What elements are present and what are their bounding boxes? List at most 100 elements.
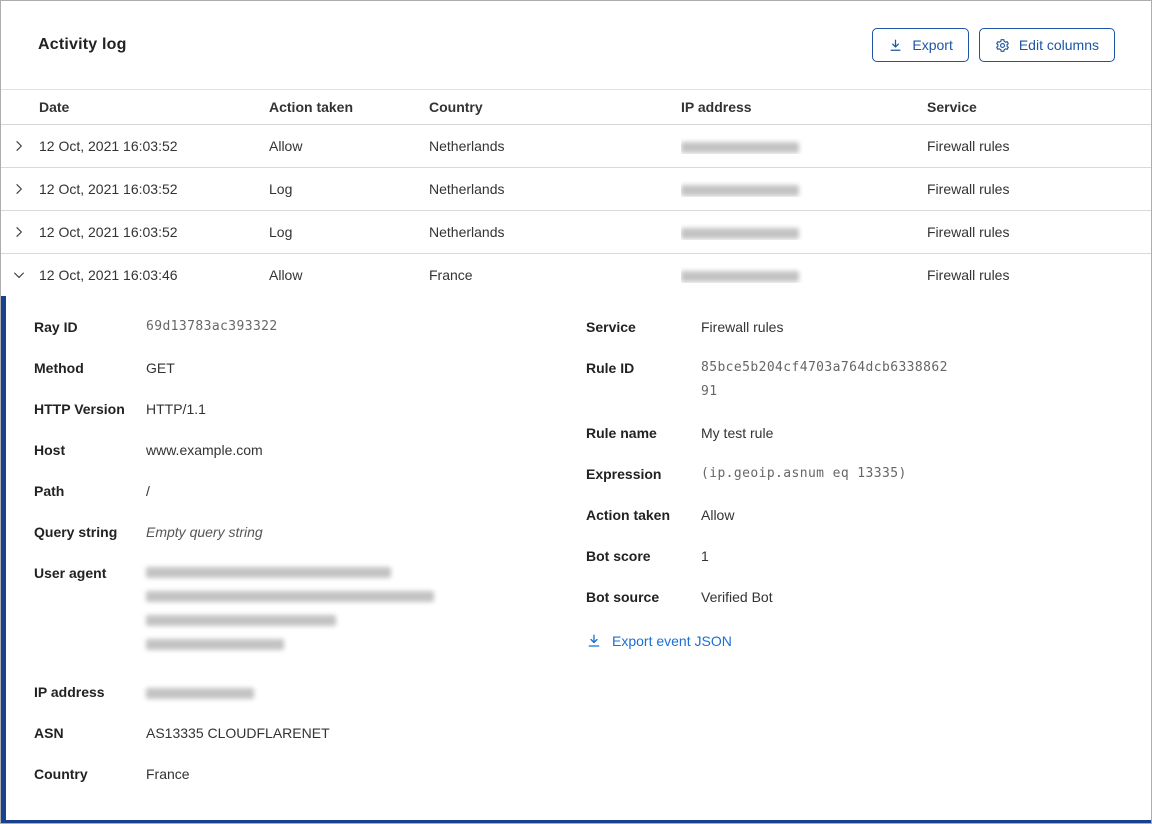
cell-country: Netherlands: [429, 181, 505, 197]
detail-value: HTTP/1.1: [146, 401, 206, 417]
chevron-right-icon[interactable]: [11, 138, 27, 154]
detail-row: Rule name My test rule: [586, 421, 1151, 445]
detail-row: ASN AS13335 CLOUDFLARENET: [34, 721, 549, 745]
export-button-label: Export: [912, 37, 953, 53]
page-title: Activity log: [38, 36, 127, 53]
cell-date: 12 Oct, 2021 16:03:52: [39, 181, 178, 197]
detail-row: Action taken Allow: [586, 503, 1151, 527]
detail-row: IP address: [34, 680, 549, 704]
cell-service: Firewall rules: [927, 138, 1010, 154]
detail-value: France: [146, 766, 190, 782]
detail-label: Bot source: [586, 589, 660, 605]
cell-action-taken: Allow: [269, 138, 303, 154]
detail-label: ASN: [34, 725, 64, 741]
redacted-line: [146, 567, 391, 578]
row-expander[interactable]: [1, 138, 39, 154]
cell-country: France: [429, 267, 473, 283]
cell-service: Firewall rules: [927, 181, 1010, 197]
redacted-ip: [681, 227, 799, 239]
cell-ip-address: [681, 267, 927, 283]
detail-row: Host www.example.com: [34, 438, 549, 462]
detail-row: Bot source Verified Bot: [586, 585, 1151, 609]
export-button[interactable]: Export: [872, 28, 969, 62]
detail-label: Rule ID: [586, 360, 635, 376]
detail-label: Query string: [34, 524, 118, 540]
cell-date: 12 Oct, 2021 16:03:52: [39, 224, 178, 240]
detail-label: IP address: [34, 684, 105, 700]
detail-row: Path /: [34, 479, 549, 503]
column-header-ip-address: IP address: [681, 99, 752, 115]
row-expander[interactable]: [1, 181, 39, 197]
detail-label: HTTP Version: [34, 401, 125, 417]
cell-date: 12 Oct, 2021 16:03:52: [39, 138, 178, 154]
detail-label: Country: [34, 766, 88, 782]
table-row[interactable]: 12 Oct, 2021 16:03:52 Log Netherlands Firew…: [1, 168, 1151, 211]
chevron-right-icon[interactable]: [11, 181, 27, 197]
detail-value: (ip.geoip.asnum eq 13335): [701, 466, 907, 481]
redacted-ip: [681, 141, 799, 153]
detail-label: Expression: [586, 466, 662, 482]
detail-value: My test rule: [701, 425, 774, 441]
detail-row: Country France: [34, 762, 549, 786]
cell-country: Netherlands: [429, 224, 505, 240]
edit-columns-button-label: Edit columns: [1018, 37, 1099, 53]
detail-label: User agent: [34, 565, 107, 581]
redacted-ip: [146, 680, 254, 704]
table-row[interactable]: 12 Oct, 2021 16:03:46 Allow France Firewall…: [1, 254, 1151, 296]
export-event-json-link[interactable]: Export event JSON: [586, 633, 732, 649]
chevron-right-icon[interactable]: [11, 224, 27, 240]
table-row[interactable]: 12 Oct, 2021 16:03:52 Allow Netherlands Fir…: [1, 125, 1151, 168]
firewall-details-list: Service Firewall rules Rule ID 85bce5b204cf…: [586, 315, 1151, 609]
edit-columns-button[interactable]: Edit columns: [978, 28, 1115, 62]
cell-ip-address: [681, 224, 927, 240]
detail-label: Method: [34, 360, 84, 376]
column-header-action-taken: Action taken: [269, 99, 354, 115]
detail-label: Host: [34, 442, 66, 458]
detail-value: 85bce5b204cf4703a764dcb633886291: [701, 360, 948, 399]
redacted-ip: [681, 184, 799, 196]
column-header-date: Date: [39, 99, 70, 115]
cell-date: 12 Oct, 2021 16:03:46: [39, 267, 178, 283]
redacted-user-agent: [146, 561, 434, 663]
redacted-ip: [681, 270, 799, 282]
row-expander[interactable]: [1, 267, 39, 283]
detail-value: 69d13783ac393322: [146, 319, 278, 334]
firewall-details: Service Firewall rules Rule ID 85bce5b204cf…: [586, 315, 1151, 820]
cell-action-taken: Allow: [269, 267, 303, 283]
cell-ip-address: [681, 181, 927, 197]
detail-label: Rule name: [586, 425, 657, 441]
detail-row: User agent: [34, 561, 549, 663]
activity-table-body: 12 Oct, 2021 16:03:52 Allow Netherlands Fir…: [1, 125, 1151, 296]
detail-label: Ray ID: [34, 319, 78, 335]
table-header-row: Date Action taken Country IP address Ser…: [1, 89, 1151, 125]
detail-label: Path: [34, 483, 65, 499]
detail-value: AS13335 CLOUDFLARENET: [146, 725, 330, 741]
detail-row: Query string Empty query string: [34, 520, 549, 544]
export-event-json-label: Export event JSON: [612, 633, 732, 649]
download-icon: [586, 633, 602, 649]
redacted-line: [146, 639, 284, 650]
detail-row: Ray ID 69d13783ac393322: [34, 315, 549, 339]
cell-service: Firewall rules: [927, 267, 1010, 283]
cell-country: Netherlands: [429, 138, 505, 154]
download-icon: [888, 38, 903, 53]
cell-action-taken: Log: [269, 181, 293, 197]
detail-value: Firewall rules: [701, 319, 784, 335]
detail-value: Empty query string: [146, 524, 263, 540]
detail-value: Allow: [701, 507, 735, 523]
detail-row: HTTP Version HTTP/1.1: [34, 397, 549, 421]
detail-label: Service: [586, 319, 636, 335]
detail-label: Action taken: [586, 507, 671, 523]
cell-action-taken: Log: [269, 224, 293, 240]
detail-row: Method GET: [34, 356, 549, 380]
detail-value: www.example.com: [146, 442, 263, 458]
detail-value: 1: [701, 548, 709, 564]
gear-icon: [995, 38, 1010, 53]
redacted-line: [146, 615, 336, 626]
request-details: Ray ID 69d13783ac393322 Method GET HTTP Vers…: [34, 315, 549, 820]
chevron-down-icon[interactable]: [11, 267, 27, 283]
detail-row: Rule ID 85bce5b204cf4703a764dcb633886291: [586, 356, 1151, 404]
toolbar: Export Edit columns: [872, 28, 1115, 62]
row-expander[interactable]: [1, 224, 39, 240]
table-row[interactable]: 12 Oct, 2021 16:03:52 Log Netherlands Firew…: [1, 211, 1151, 254]
